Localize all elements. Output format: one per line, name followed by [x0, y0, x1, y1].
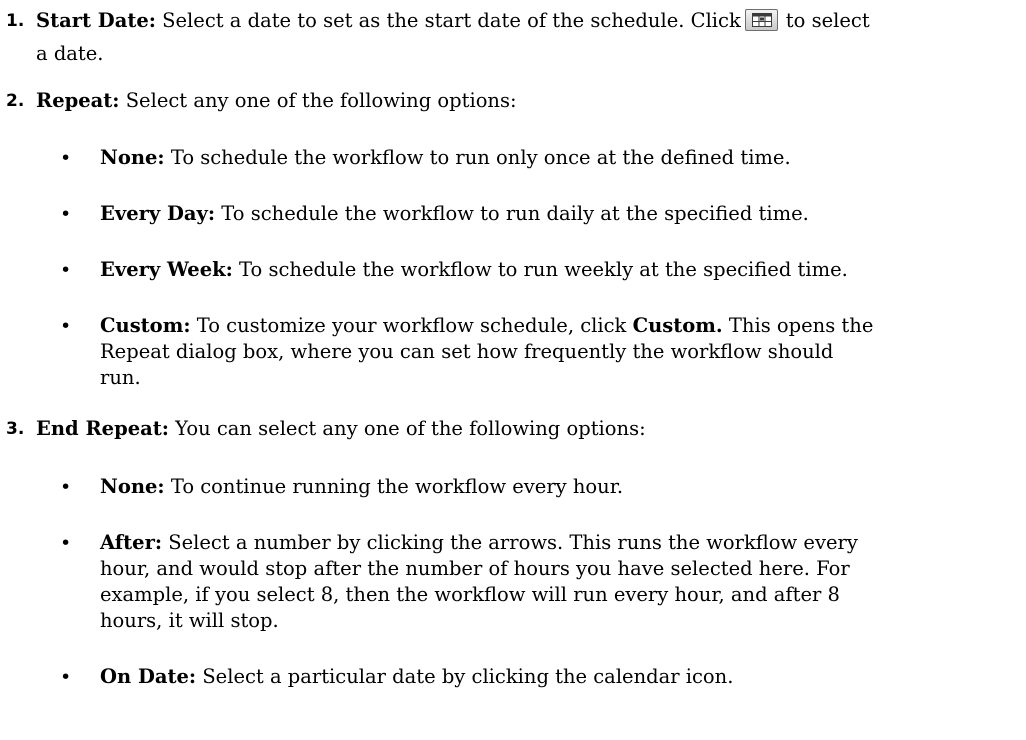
end-repeat-option-after-line-4: hours, it will stop.	[100, 609, 279, 632]
repeat-option-custom-line-3: run.	[100, 366, 141, 389]
step-2-text: Select any one of the following options:	[119, 89, 517, 112]
end-repeat-option-none-label: None:	[100, 475, 165, 498]
custom-option-reference: Custom.	[632, 314, 723, 337]
end-repeat-option-after: After: Select a number by clicking the a…	[100, 530, 858, 556]
repeat-option-custom-line-2: Repeat dialog box, where you can set how…	[100, 340, 834, 363]
end-repeat-option-on-date-text: Select a particular date by clicking the…	[196, 665, 734, 688]
repeat-option-every-day-text: To schedule the workflow to run daily at…	[215, 202, 809, 225]
repeat-option-none: None: To schedule the workflow to run on…	[100, 145, 791, 171]
bullet-glyph: •	[60, 259, 72, 281]
end-repeat-option-on-date: On Date: Select a particular date by cli…	[100, 664, 733, 690]
repeat-option-every-week-text: To schedule the workflow to run weekly a…	[232, 258, 848, 281]
repeat-option-none-text: To schedule the workflow to run only onc…	[164, 146, 791, 169]
step-2-number: 2.	[6, 91, 25, 111]
repeat-option-every-week-label: Every Week:	[100, 258, 233, 281]
repeat-option-every-week: Every Week: To schedule the workflow to …	[100, 257, 848, 283]
step-1-line-1: Start Date: Select a date to set as the …	[36, 8, 870, 34]
end-repeat-option-after-line-2: hour, and would stop after the number of…	[100, 557, 850, 580]
bullet-glyph: •	[60, 476, 72, 498]
end-repeat-option-after-text: Select a number by clicking the arrows. …	[162, 531, 858, 554]
step-2-line: Repeat: Select any one of the following …	[36, 88, 517, 114]
calendar-icon	[744, 9, 778, 31]
step-1-text: Select a date to set as the start date o…	[155, 9, 741, 32]
end-repeat-option-none: None: To continue running the workflow e…	[100, 474, 623, 500]
step-3-line: End Repeat: You can select any one of th…	[36, 416, 646, 442]
bullet-glyph: •	[60, 666, 72, 688]
help-document: 1. Start Date: Select a date to set as t…	[0, 0, 1026, 740]
step-1-number: 1.	[6, 11, 25, 31]
bullet-glyph: •	[60, 315, 72, 337]
step-1-text-after-icon: to select	[785, 9, 870, 32]
bullet-glyph: •	[60, 203, 72, 225]
repeat-option-every-day-label: Every Day:	[100, 202, 216, 225]
end-repeat-option-on-date-label: On Date:	[100, 665, 197, 688]
repeat-option-every-day: Every Day: To schedule the workflow to r…	[100, 201, 809, 227]
step-3-number: 3.	[6, 419, 25, 439]
step-3-text: You can select any one of the following …	[168, 417, 646, 440]
step-2-label: Repeat:	[36, 89, 120, 112]
end-repeat-option-after-line-3: example, if you select 8, then the workf…	[100, 583, 840, 606]
repeat-option-custom-text-after: This opens the	[722, 314, 874, 337]
step-3-label: End Repeat:	[36, 417, 169, 440]
bullet-glyph: •	[60, 147, 72, 169]
step-1-label: Start Date:	[36, 9, 156, 32]
repeat-option-custom: Custom: To customize your workflow sched…	[100, 313, 873, 339]
bullet-glyph: •	[60, 532, 72, 554]
repeat-option-custom-text: To customize your workflow schedule, cli…	[190, 314, 633, 337]
end-repeat-option-none-text: To continue running the workflow every h…	[164, 475, 624, 498]
end-repeat-option-after-label: After:	[100, 531, 163, 554]
repeat-option-none-label: None:	[100, 146, 165, 169]
step-1-line-2: a date.	[36, 42, 104, 65]
repeat-option-custom-label: Custom:	[100, 314, 191, 337]
